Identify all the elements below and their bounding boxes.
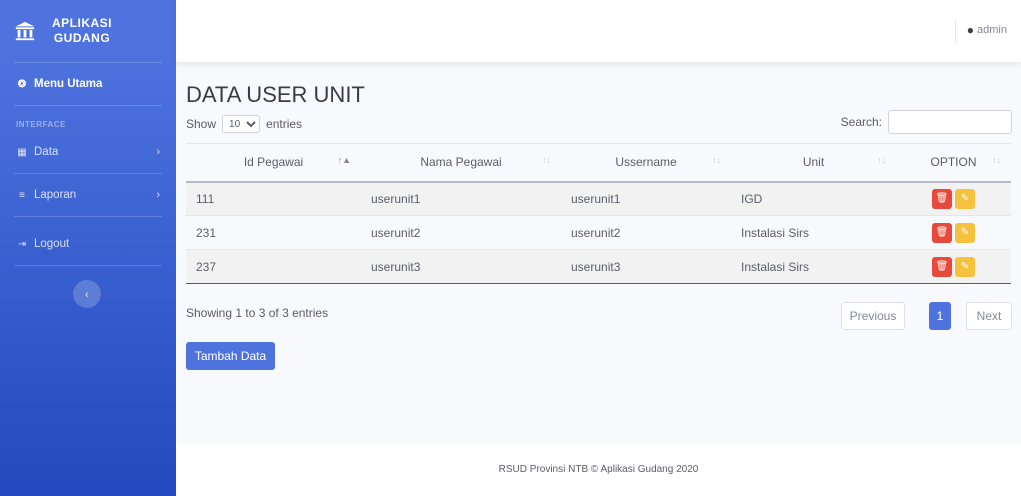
cell-unit: Instalasi Sirs [731, 215, 896, 250]
user-menu[interactable]: ● admin [967, 23, 1007, 37]
footer: RSUD Provinsi NTB © Aplikasi Gudang 2020 [176, 443, 1021, 496]
trash-icon: 🗑 [935, 227, 949, 238]
sidebar-item-data[interactable]: ▦ Data › [0, 137, 176, 167]
previous-button[interactable]: Previous [841, 302, 905, 330]
sidebar-toggle-button[interactable]: ‹ [73, 280, 101, 308]
column-label: Unit [802, 155, 825, 170]
cell-id: 231 [186, 215, 361, 250]
pagination: Previous 1 Next [841, 302, 1012, 330]
column-label: Nama Pegawai [420, 155, 502, 170]
table-icon: ▦ [17, 146, 27, 158]
sidebar-item-logout[interactable]: ⇥ Logout [0, 223, 176, 265]
sidebar-item-menu-utama[interactable]: ❂ Menu Utama [0, 63, 176, 105]
sidebar-heading: INTERFACE [16, 120, 66, 129]
footer-text: RSUD Provinsi NTB © Aplikasi Gudang 2020 [498, 464, 699, 475]
sort-asc-icon: ↑▲ [337, 155, 351, 165]
search-label: Search: [840, 115, 882, 129]
cell-username: userunit1 [561, 181, 731, 216]
cell-nama: userunit2 [361, 215, 561, 250]
search-input[interactable] [888, 110, 1012, 134]
topbar: ● admin [176, 0, 1021, 62]
sort-icon: ↑↓ [992, 155, 1001, 165]
delete-button[interactable]: 🗑 [932, 222, 952, 243]
table-info: Showing 1 to 3 of 3 entries [186, 306, 329, 320]
cell-option: 🗑 ✎ [896, 181, 1011, 216]
column-label: Id Pegawai [243, 155, 304, 170]
delete-button[interactable]: 🗑 [932, 256, 952, 277]
user-table: Id Pegawai ↑▲ Nama Pegawai ↑↓ Ussername … [186, 143, 1011, 284]
edit-button[interactable]: ✎ [955, 188, 975, 209]
user-icon: ● [966, 23, 975, 37]
next-button[interactable]: Next [966, 302, 1012, 330]
table-row: 111 userunit1 userunit1 IGD 🗑 ✎ [186, 181, 1011, 216]
sidebar-item-label: Laporan [34, 189, 77, 201]
chevron-right-icon: › [156, 146, 160, 158]
column-header-id[interactable]: Id Pegawai ↑▲ [186, 143, 361, 183]
column-header-option[interactable]: OPTION ↑↓ [896, 143, 1011, 183]
chevron-left-icon: ‹ [85, 287, 89, 301]
page-length-select[interactable]: 10 [222, 115, 261, 133]
cell-id: 237 [186, 249, 361, 284]
trash-icon: 🗑 [935, 193, 949, 205]
chevron-right-icon: › [156, 189, 160, 201]
cell-username: userunit2 [561, 215, 731, 250]
table-row: 237 userunit3 userunit3 Instalasi Sirs 🗑… [186, 249, 1011, 284]
column-header-nama[interactable]: Nama Pegawai ↑↓ [361, 143, 561, 183]
sidebar-divider [14, 216, 162, 217]
cell-nama: userunit3 [361, 249, 561, 284]
trash-icon: 🗑 [935, 261, 949, 272]
edit-icon: ✎ [960, 227, 970, 238]
sidebar-item-label: Data [34, 146, 59, 158]
page-title: DATA USER UNIT [186, 82, 365, 107]
page-1-button[interactable]: 1 [929, 302, 951, 330]
dashboard-icon: ❂ [17, 78, 27, 90]
institution-icon [15, 21, 35, 41]
column-label: OPTION [930, 155, 977, 170]
sidebar-divider [14, 265, 162, 266]
logout-icon: ⇥ [17, 238, 27, 250]
cell-id: 111 [186, 181, 361, 216]
column-header-username[interactable]: Ussername ↑↓ [561, 143, 731, 183]
show-label: Show [186, 117, 217, 131]
sort-icon: ↑↓ [712, 155, 721, 165]
sidebar: APLIKASI GUDANG ❂ Menu Utama INTERFACE ▦… [0, 0, 176, 496]
entries-label: entries [266, 117, 303, 131]
add-data-button[interactable]: Tambah Data [186, 342, 275, 370]
table-row: 231 userunit2 userunit2 Instalasi Sirs 🗑… [186, 215, 1011, 250]
cell-option: 🗑 ✎ [896, 249, 1011, 284]
sort-icon: ↑↓ [877, 155, 886, 165]
column-label: Ussername [615, 155, 677, 170]
cell-nama: userunit1 [361, 181, 561, 216]
user-name: admin [977, 24, 1007, 36]
edit-icon: ✎ [960, 193, 970, 205]
sidebar-brand[interactable]: APLIKASI GUDANG [0, 0, 176, 62]
edit-icon: ✎ [960, 261, 970, 272]
sidebar-item-label: Logout [34, 238, 70, 250]
cell-unit: Instalasi Sirs [731, 249, 896, 284]
sidebar-item-label: Menu Utama [34, 78, 103, 90]
cell-option: 🗑 ✎ [896, 215, 1011, 250]
edit-button[interactable]: ✎ [955, 256, 975, 277]
topbar-divider [955, 19, 956, 43]
delete-button[interactable]: 🗑 [932, 188, 952, 209]
column-header-unit[interactable]: Unit ↑↓ [731, 143, 896, 183]
brand-name: APLIKASI GUDANG [52, 16, 113, 45]
cell-unit: IGD [731, 181, 896, 216]
page-length-control: Show 10 entries [186, 115, 302, 133]
sort-icon: ↑↓ [542, 155, 551, 165]
cell-username: userunit3 [561, 249, 731, 284]
search-control: Search: [841, 110, 1012, 134]
list-icon: ≡ [19, 189, 25, 201]
sidebar-item-laporan[interactable]: ≡ Laporan › [0, 174, 176, 216]
edit-button[interactable]: ✎ [955, 222, 975, 243]
table-header-row: Id Pegawai ↑▲ Nama Pegawai ↑↓ Ussername … [186, 143, 1011, 183]
